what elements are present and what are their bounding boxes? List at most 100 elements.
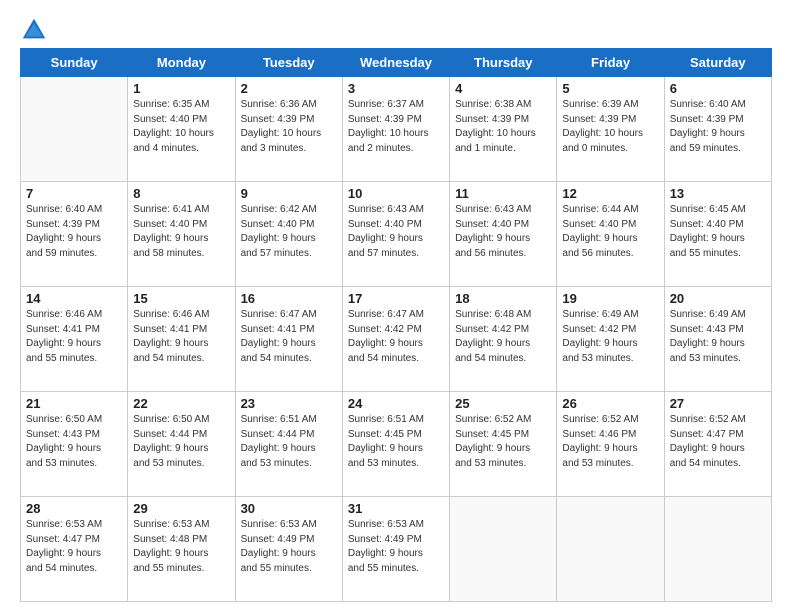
- day-info: Sunrise: 6:52 AMSunset: 4:45 PMDaylight:…: [455, 413, 551, 471]
- day-cell: 11Sunrise: 6:43 AMSunset: 4:40 PMDayligh…: [450, 182, 557, 287]
- day-number: 16: [241, 291, 337, 306]
- day-cell: [450, 497, 557, 602]
- week-row-3: 21 Sunrise: 6:50 AMSunset: 4:43 PMDayligh…: [21, 392, 772, 497]
- day-cell: 18 Sunrise: 6:48 AMSunset: 4:42 PMDayligh…: [450, 287, 557, 392]
- day-cell: 26 Sunrise: 6:52 AMSunset: 4:46 PMDayligh…: [557, 392, 664, 497]
- day-number: 8: [133, 186, 229, 201]
- day-number: 28: [26, 501, 122, 516]
- day-number: 20: [670, 291, 766, 306]
- day-number: 30: [241, 501, 337, 516]
- day-info: Sunrise: 6:43 AMSunset: 4:40 PMDaylight:…: [348, 203, 444, 261]
- day-cell: 6Sunrise: 6:40 AMSunset: 4:39 PMDaylight…: [664, 77, 771, 182]
- week-row-4: 28 Sunrise: 6:53 AMSunset: 4:47 PMDayligh…: [21, 497, 772, 602]
- day-number: 23: [241, 396, 337, 411]
- day-cell: 14 Sunrise: 6:46 AMSunset: 4:41 PMDayligh…: [21, 287, 128, 392]
- day-info: Sunrise: 6:37 AMSunset: 4:39 PMDaylight:…: [348, 98, 444, 156]
- day-info: Sunrise: 6:36 AMSunset: 4:39 PMDaylight:…: [241, 98, 337, 156]
- calendar-table: SundayMondayTuesdayWednesdayThursdayFrid…: [20, 48, 772, 602]
- day-info: Sunrise: 6:48 AMSunset: 4:42 PMDaylight:…: [455, 308, 551, 366]
- day-number: 3: [348, 81, 444, 96]
- day-number: 6: [670, 81, 766, 96]
- day-number: 21: [26, 396, 122, 411]
- day-info: Sunrise: 6:38 AMSunset: 4:39 PMDaylight:…: [455, 98, 551, 156]
- day-number: 24: [348, 396, 444, 411]
- day-cell: 4 Sunrise: 6:38 AMSunset: 4:39 PMDaylight…: [450, 77, 557, 182]
- day-info: Sunrise: 6:50 AMSunset: 4:43 PMDaylight:…: [26, 413, 122, 471]
- day-number: 1: [133, 81, 229, 96]
- day-info: Sunrise: 6:50 AMSunset: 4:44 PMDaylight:…: [133, 413, 229, 471]
- day-cell: 27 Sunrise: 6:52 AMSunset: 4:47 PMDayligh…: [664, 392, 771, 497]
- week-row-0: 1 Sunrise: 6:35 AMSunset: 4:40 PMDaylight…: [21, 77, 772, 182]
- col-header-saturday: Saturday: [664, 49, 771, 77]
- day-info: Sunrise: 6:51 AMSunset: 4:44 PMDaylight:…: [241, 413, 337, 471]
- day-info: Sunrise: 6:43 AMSunset: 4:40 PMDaylight:…: [455, 203, 551, 261]
- day-info: Sunrise: 6:51 AMSunset: 4:45 PMDaylight:…: [348, 413, 444, 471]
- day-info: Sunrise: 6:39 AMSunset: 4:39 PMDaylight:…: [562, 98, 658, 156]
- day-info: Sunrise: 6:49 AMSunset: 4:43 PMDaylight:…: [670, 308, 766, 366]
- day-number: 27: [670, 396, 766, 411]
- day-number: 4: [455, 81, 551, 96]
- day-cell: 25 Sunrise: 6:52 AMSunset: 4:45 PMDayligh…: [450, 392, 557, 497]
- day-info: Sunrise: 6:49 AMSunset: 4:42 PMDaylight:…: [562, 308, 658, 366]
- logo-icon: [20, 16, 48, 44]
- day-info: Sunrise: 6:53 AMSunset: 4:49 PMDaylight:…: [348, 518, 444, 576]
- day-cell: 17 Sunrise: 6:47 AMSunset: 4:42 PMDayligh…: [342, 287, 449, 392]
- page: SundayMondayTuesdayWednesdayThursdayFrid…: [0, 0, 792, 612]
- day-cell: 23 Sunrise: 6:51 AMSunset: 4:44 PMDayligh…: [235, 392, 342, 497]
- day-cell: 28 Sunrise: 6:53 AMSunset: 4:47 PMDayligh…: [21, 497, 128, 602]
- day-info: Sunrise: 6:42 AMSunset: 4:40 PMDaylight:…: [241, 203, 337, 261]
- day-info: Sunrise: 6:44 AMSunset: 4:40 PMDaylight:…: [562, 203, 658, 261]
- logo: [20, 16, 50, 44]
- day-number: 7: [26, 186, 122, 201]
- day-cell: 30 Sunrise: 6:53 AMSunset: 4:49 PMDayligh…: [235, 497, 342, 602]
- day-info: Sunrise: 6:53 AMSunset: 4:48 PMDaylight:…: [133, 518, 229, 576]
- day-number: 5: [562, 81, 658, 96]
- day-number: 25: [455, 396, 551, 411]
- day-number: 2: [241, 81, 337, 96]
- week-row-1: 7Sunrise: 6:40 AMSunset: 4:39 PMDaylight…: [21, 182, 772, 287]
- day-cell: 9Sunrise: 6:42 AMSunset: 4:40 PMDaylight…: [235, 182, 342, 287]
- day-cell: 24 Sunrise: 6:51 AMSunset: 4:45 PMDayligh…: [342, 392, 449, 497]
- day-info: Sunrise: 6:47 AMSunset: 4:41 PMDaylight:…: [241, 308, 337, 366]
- day-number: 14: [26, 291, 122, 306]
- day-cell: 3 Sunrise: 6:37 AMSunset: 4:39 PMDaylight…: [342, 77, 449, 182]
- day-info: Sunrise: 6:41 AMSunset: 4:40 PMDaylight:…: [133, 203, 229, 261]
- day-cell: 19Sunrise: 6:49 AMSunset: 4:42 PMDayligh…: [557, 287, 664, 392]
- day-number: 29: [133, 501, 229, 516]
- week-row-2: 14 Sunrise: 6:46 AMSunset: 4:41 PMDayligh…: [21, 287, 772, 392]
- day-cell: 16 Sunrise: 6:47 AMSunset: 4:41 PMDayligh…: [235, 287, 342, 392]
- col-header-tuesday: Tuesday: [235, 49, 342, 77]
- day-number: 13: [670, 186, 766, 201]
- col-header-wednesday: Wednesday: [342, 49, 449, 77]
- col-header-friday: Friday: [557, 49, 664, 77]
- day-cell: 12 Sunrise: 6:44 AMSunset: 4:40 PMDayligh…: [557, 182, 664, 287]
- day-info: Sunrise: 6:35 AMSunset: 4:40 PMDaylight:…: [133, 98, 229, 156]
- day-info: Sunrise: 6:46 AMSunset: 4:41 PMDaylight:…: [133, 308, 229, 366]
- col-header-sunday: Sunday: [21, 49, 128, 77]
- day-number: 15: [133, 291, 229, 306]
- day-cell: 22 Sunrise: 6:50 AMSunset: 4:44 PMDayligh…: [128, 392, 235, 497]
- day-number: 17: [348, 291, 444, 306]
- day-info: Sunrise: 6:52 AMSunset: 4:46 PMDaylight:…: [562, 413, 658, 471]
- day-cell: 20 Sunrise: 6:49 AMSunset: 4:43 PMDayligh…: [664, 287, 771, 392]
- day-number: 26: [562, 396, 658, 411]
- day-number: 18: [455, 291, 551, 306]
- day-cell: 13Sunrise: 6:45 AMSunset: 4:40 PMDayligh…: [664, 182, 771, 287]
- day-info: Sunrise: 6:47 AMSunset: 4:42 PMDaylight:…: [348, 308, 444, 366]
- day-info: Sunrise: 6:46 AMSunset: 4:41 PMDaylight:…: [26, 308, 122, 366]
- day-cell: 10Sunrise: 6:43 AMSunset: 4:40 PMDayligh…: [342, 182, 449, 287]
- day-info: Sunrise: 6:53 AMSunset: 4:47 PMDaylight:…: [26, 518, 122, 576]
- day-cell: 1 Sunrise: 6:35 AMSunset: 4:40 PMDaylight…: [128, 77, 235, 182]
- day-cell: 8 Sunrise: 6:41 AMSunset: 4:40 PMDaylight…: [128, 182, 235, 287]
- day-cell: 21 Sunrise: 6:50 AMSunset: 4:43 PMDayligh…: [21, 392, 128, 497]
- day-number: 22: [133, 396, 229, 411]
- header: [20, 16, 772, 44]
- day-cell: [664, 497, 771, 602]
- day-cell: 7Sunrise: 6:40 AMSunset: 4:39 PMDaylight…: [21, 182, 128, 287]
- day-cell: 31Sunrise: 6:53 AMSunset: 4:49 PMDayligh…: [342, 497, 449, 602]
- col-header-thursday: Thursday: [450, 49, 557, 77]
- day-number: 12: [562, 186, 658, 201]
- day-info: Sunrise: 6:52 AMSunset: 4:47 PMDaylight:…: [670, 413, 766, 471]
- day-info: Sunrise: 6:53 AMSunset: 4:49 PMDaylight:…: [241, 518, 337, 576]
- col-header-monday: Monday: [128, 49, 235, 77]
